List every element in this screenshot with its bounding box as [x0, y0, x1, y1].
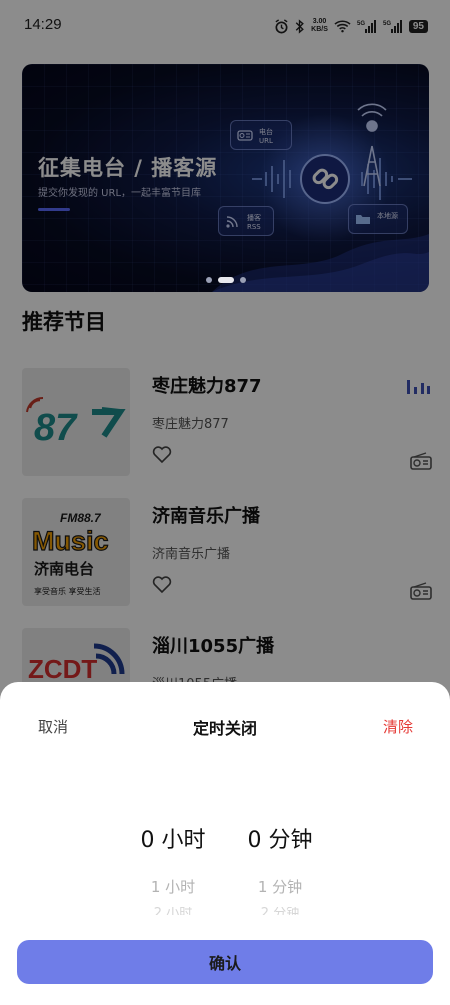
- confirm-button[interactable]: 确认: [17, 940, 433, 984]
- minutes-option[interactable]: 1 分钟: [238, 876, 322, 897]
- hours-picker[interactable]: 0 小时 1 小时 2 小时: [131, 822, 215, 915]
- pagination-dot[interactable]: [205, 277, 212, 283]
- hours-option[interactable]: 1 小时: [131, 876, 215, 897]
- clear-button[interactable]: 清除: [383, 716, 413, 737]
- pagination-dot[interactable]: [239, 277, 246, 283]
- minutes-option[interactable]: 2 分钟: [238, 907, 322, 915]
- minutes-selected[interactable]: 0 分钟: [238, 822, 322, 854]
- hours-selected[interactable]: 0 小时: [131, 822, 215, 854]
- timer-sheet: 取消 定时关闭 清除 0 小时 1 小时 2 小时 0 分钟 1 分钟 2 分钟…: [0, 682, 450, 1005]
- banner-pagination: [22, 277, 429, 283]
- hours-option[interactable]: 2 小时: [131, 907, 215, 915]
- minutes-picker[interactable]: 0 分钟 1 分钟 2 分钟: [238, 822, 322, 915]
- pagination-dot-active[interactable]: [217, 277, 234, 283]
